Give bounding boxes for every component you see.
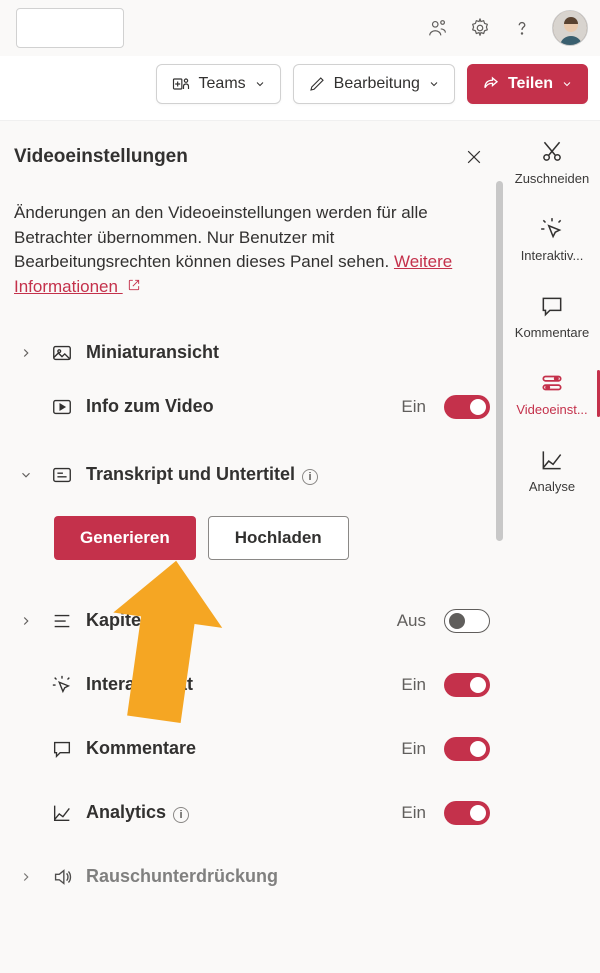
chapters-state: Aus [397,611,426,631]
sidebar-item-video-settings[interactable]: Videoeinst... [504,366,600,421]
people-icon[interactable] [426,16,450,40]
sliders-icon [539,370,565,396]
chevron-down-icon [561,78,573,90]
transcript-label: Transkript und Untertitel i [86,464,490,485]
sidebar-item-comments[interactable]: Kommentare [504,289,600,344]
chevron-right-icon[interactable] [14,609,38,633]
pencil-icon [308,75,326,93]
thumbnail-label: Miniaturansicht [86,342,490,363]
image-icon [50,341,74,365]
about-state: Ein [401,397,426,417]
edit-label: Bearbeitung [334,75,420,93]
scrollbar[interactable] [496,181,503,541]
row-comments: Kommentare Ein [14,722,490,776]
search-input[interactable] [16,8,124,48]
comments-state: Ein [401,739,426,759]
noise-icon [50,865,74,889]
scissors-icon [539,139,565,165]
share-icon [482,75,500,93]
row-thumbnail[interactable]: Miniaturansicht [14,326,490,380]
cursor-click-icon [50,673,74,697]
chapters-label: Kapitel [86,610,385,631]
analytics-toggle[interactable] [444,801,490,825]
info-icon[interactable]: i [302,469,318,485]
noise-label: Rauschunterdrückung [86,866,490,887]
row-about-video: Info zum Video Ein [14,380,490,434]
play-box-icon [50,395,74,419]
teams-icon [171,74,191,94]
chapters-toggle[interactable] [444,609,490,633]
interactivity-toggle[interactable] [444,673,490,697]
gear-icon[interactable] [468,16,492,40]
about-toggle[interactable] [444,395,490,419]
sidebar-item-analytics[interactable]: Analyse [504,443,600,498]
chevron-right-icon[interactable] [14,341,38,365]
avatar[interactable] [552,10,588,46]
analytics-icon [539,447,565,473]
chevron-down-icon [428,78,440,90]
transcript-icon [50,463,74,487]
chevron-down-icon[interactable] [14,463,38,487]
analytics-icon [50,801,74,825]
sidebar-item-trim[interactable]: Zuschneiden [504,135,600,190]
interactivity-label: Interaktivität [86,674,389,695]
sidebar-item-interactivity[interactable]: Interaktiv... [504,212,600,267]
share-button[interactable]: Teilen [467,64,588,104]
comments-label: Kommentare [86,738,389,759]
upload-button[interactable]: Hochladen [208,516,349,560]
analytics-state: Ein [401,803,426,823]
comment-icon [50,737,74,761]
generate-button[interactable]: Generieren [54,516,196,560]
share-label: Teilen [508,75,553,93]
comment-icon [539,293,565,319]
interactivity-state: Ein [401,675,426,695]
edit-button[interactable]: Bearbeitung [293,64,455,104]
teams-button[interactable]: Teams [156,64,281,104]
close-icon [464,147,484,167]
close-button[interactable] [458,141,490,173]
about-label: Info zum Video [86,396,389,417]
panel-title: Videoeinstellungen [14,146,188,168]
chapters-icon [50,609,74,633]
external-link-icon [127,278,141,292]
row-chapters[interactable]: Kapitel Aus [14,594,490,648]
row-noise[interactable]: Rauschunterdrückung [14,850,490,904]
row-interactivity: Interaktivität Ein [14,658,490,712]
info-icon[interactable]: i [173,807,189,823]
comments-toggle[interactable] [444,737,490,761]
analytics-label: Analytics i [86,802,389,823]
cursor-click-icon [539,216,565,242]
row-transcript[interactable]: Transkript und Untertitel i [14,448,490,502]
row-analytics: Analytics i Ein [14,786,490,840]
help-icon[interactable] [510,16,534,40]
chevron-right-icon[interactable] [14,865,38,889]
panel-description: Änderungen an den Videoeinstellungen wer… [14,201,490,300]
chevron-down-icon [254,78,266,90]
teams-label: Teams [199,75,246,93]
